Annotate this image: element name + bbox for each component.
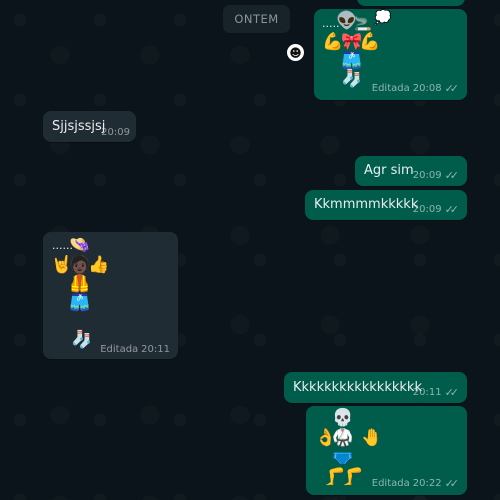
double-check-icon: ✓✓ <box>444 386 460 399</box>
double-check-icon: ✓✓ <box>444 477 460 490</box>
double-check-icon: ✓✓ <box>444 82 460 95</box>
flexed-arm-emoji: 💪 <box>322 32 344 52</box>
raised-back-hand-emoji: 🤚 <box>361 428 383 448</box>
double-check-icon: ✓✓ <box>444 203 460 216</box>
martial-arts-uniform-emoji: 🥋 <box>332 428 354 448</box>
socks-emoji: 🧦 <box>341 69 363 89</box>
hat-emoji: 👒 <box>69 235 91 255</box>
leg-emoji: 🦵 <box>342 467 364 487</box>
message-bubble-outgoing[interactable]: Kkkkkkkkkkkkkkkkk 20:11 ✓✓ <box>284 372 467 403</box>
previous-message-bubble[interactable] <box>357 0 465 6</box>
message-meta: 20:09 ✓✓ <box>413 203 459 216</box>
message-text: Sjjsjssjsj <box>52 119 106 134</box>
vest-emoji: 🦺 <box>69 274 91 294</box>
message-bubble-incoming[interactable]: Sjjsjssjsj 20:09 <box>43 111 136 142</box>
skull-emoji: 💀 <box>332 408 354 428</box>
message-time: 20:22 <box>412 478 442 489</box>
cigarette-emoji: 🚬 <box>354 16 372 32</box>
message-bubble-outgoing[interactable]: Agr sim 20:09 ✓✓ <box>355 156 467 186</box>
message-meta: Editada 20:11 <box>100 344 170 355</box>
message-time: 20:11 <box>412 387 442 398</box>
edited-label: Editada <box>100 344 139 355</box>
message-meta: 20:09 <box>101 127 130 138</box>
message-bubble-outgoing[interactable]: ..... 👽 🚬 💭 💪 🎀 💪 🩳 🧦 Editada 20:08 ✓✓ <box>314 9 467 100</box>
message-meta: Editada 20:22 ✓✓ <box>372 477 459 490</box>
message-text: Agr sim <box>364 163 414 178</box>
message-bubble-incoming[interactable]: ...... 👒 🤘 🧑🏿 👍 🦺 🩳 🧦 Editada 20:11 <box>43 232 178 359</box>
message-text: Kkmmmmkkkkk <box>314 197 419 212</box>
message-text: Kkkkkkkkkkkkkkkkk <box>293 380 422 395</box>
person-emoji: 🧑🏿 <box>69 255 91 275</box>
flexed-arm-emoji: 💪 <box>359 32 381 52</box>
thumbs-up-emoji: 👍 <box>88 255 110 275</box>
shorts-emoji: 🩳 <box>69 293 91 313</box>
smiley-icon[interactable]: ☻ <box>287 44 304 61</box>
message-meta: Editada 20:08 ✓✓ <box>372 82 459 95</box>
message-time: 20:09 <box>412 170 442 181</box>
message-meta: 20:09 ✓✓ <box>413 169 459 182</box>
thought-bubble-emoji: 💭 <box>374 10 392 26</box>
message-time: 20:08 <box>412 83 442 94</box>
briefs-emoji: 🩲 <box>332 448 354 468</box>
message-bubble-outgoing[interactable]: Kkmmmmkkkkk 20:09 ✓✓ <box>305 190 467 220</box>
edited-label: Editada <box>371 478 410 489</box>
date-separator: ONTEM <box>223 5 290 33</box>
message-meta: 20:11 ✓✓ <box>413 386 459 399</box>
message-bubble-outgoing[interactable]: 💀 👌 🥋 🤚 🩲 🦵 🦵 Editada 20:22 ✓✓ <box>306 406 467 495</box>
message-time: 20:09 <box>101 127 130 138</box>
double-check-icon: ✓✓ <box>444 169 460 182</box>
message-time: 20:09 <box>412 204 442 215</box>
message-time: 20:11 <box>141 344 170 355</box>
socks-emoji: 🧦 <box>71 330 93 350</box>
edited-label: Editada <box>371 83 410 94</box>
shorts-emoji: 🩳 <box>341 51 363 71</box>
